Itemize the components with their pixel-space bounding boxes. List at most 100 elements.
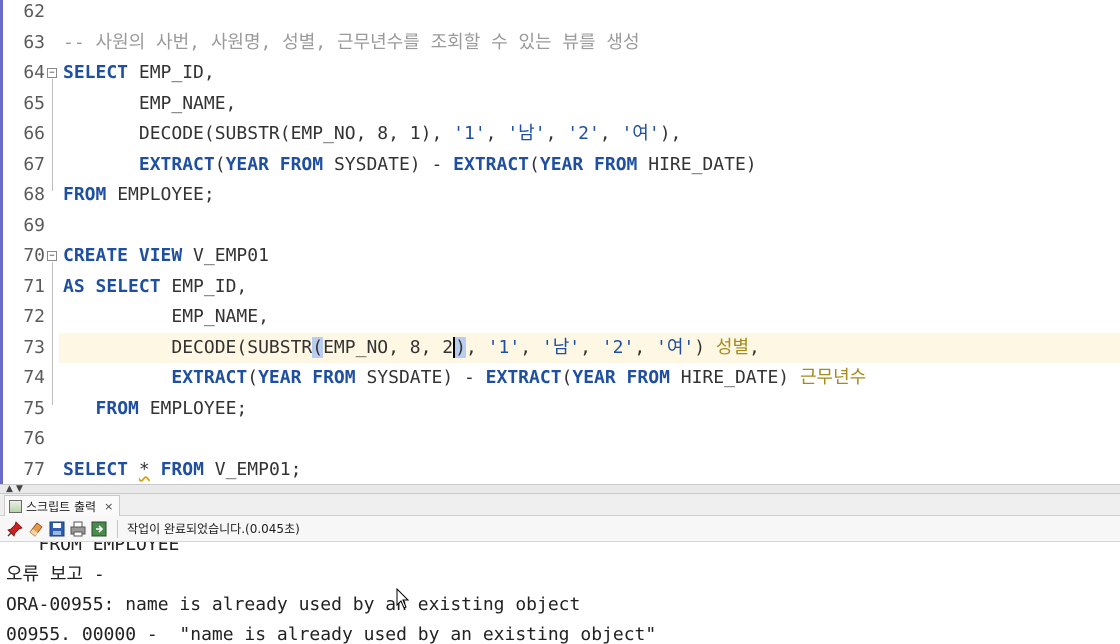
code-token: CREATE VIEW xyxy=(63,245,183,266)
fold-guide xyxy=(52,79,53,191)
code-token: '1' xyxy=(487,336,521,358)
code-line[interactable]: CREATE VIEW V_EMP01 xyxy=(63,241,269,272)
save-icon[interactable] xyxy=(48,520,66,538)
tab-script-output[interactable]: 스크립트 출력 × xyxy=(4,495,121,516)
line-number: 73 xyxy=(23,336,45,358)
code-token: SELECT xyxy=(63,458,129,480)
code-token: YEAR FROM xyxy=(258,367,356,388)
code-token: , xyxy=(465,336,488,358)
code-token: ( xyxy=(312,336,324,358)
code-token: EMP_NAME, xyxy=(63,306,269,327)
output-line: FROM EMPLOYEE xyxy=(6,542,180,555)
code-token: V_EMP01; xyxy=(203,458,302,480)
code-token: YEAR FROM xyxy=(225,153,324,175)
code-token: , xyxy=(749,336,760,358)
output-toolbar: 작업이 완료되었습니다.(0.045초) xyxy=(0,516,1120,542)
line-number: 64 xyxy=(23,62,45,83)
line-number: 70 xyxy=(23,245,45,266)
code-line[interactable]: EXTRACT(YEAR FROM SYSDATE) - EXTRACT(YEA… xyxy=(63,363,866,394)
line-number: 62 xyxy=(23,1,45,22)
line-number: 75 xyxy=(23,397,45,419)
code-token: EMPLOYEE; xyxy=(106,184,215,205)
code-token: , xyxy=(485,123,508,144)
code-token: AS SELECT xyxy=(63,275,161,297)
script-output-area[interactable]: FROM EMPLOYEE 오류 보고 - ORA-00955: name is a… xyxy=(0,542,1120,644)
line-number: 72 xyxy=(23,306,45,327)
line-number: 74 xyxy=(23,367,45,388)
mouse-pointer-icon xyxy=(396,588,410,609)
code-token: YEAR FROM xyxy=(539,153,638,175)
code-token: '1' xyxy=(453,123,486,144)
code-token: , xyxy=(580,336,602,358)
line-number: 69 xyxy=(23,214,45,236)
code-token: -- 사원의 사번, 사원명, 성별, 근무년수를 조회할 수 있는 뷰를 생성 xyxy=(63,31,640,53)
line-number: 68 xyxy=(23,184,45,205)
line-number: 67 xyxy=(23,153,45,175)
fold-toggle-icon[interactable]: − xyxy=(47,68,57,78)
code-line[interactable]: FROM EMPLOYEE; xyxy=(63,180,215,211)
line-number: 65 xyxy=(23,92,45,114)
line-number: 77 xyxy=(23,458,45,480)
code-token: EMPLOYEE; xyxy=(138,397,248,419)
line-number: 76 xyxy=(23,428,45,449)
code-line[interactable]: -- 사원의 사번, 사원명, 성별, 근무년수를 조회할 수 있는 뷰를 생성 xyxy=(63,28,640,59)
panel-splitter[interactable]: ▲ ▼ xyxy=(0,484,1120,494)
line-number: 71 xyxy=(23,275,45,297)
toolbar-divider xyxy=(117,519,118,538)
line-number-gutter: 62 63 64−65 66 67 68 69 70−71 72 73 74 75 76 77 xyxy=(3,0,57,484)
sql-editor[interactable]: 62 63 64−65 66 67 68 69 70−71 72 73 74 75 76 77 -- 사원… xyxy=(0,0,1120,484)
code-token: 근무년수 xyxy=(799,367,867,388)
fold-toggle-icon[interactable]: − xyxy=(47,251,57,261)
close-icon[interactable]: × xyxy=(104,500,113,513)
output-line: 오류 보고 - xyxy=(6,564,105,585)
code-token: FROM xyxy=(63,184,107,205)
code-line[interactable]: DECODE(SUBSTR(EMP_NO, 8, 1), '1', '남', '… xyxy=(63,119,682,150)
export-icon[interactable] xyxy=(90,520,108,538)
code-token: '남' xyxy=(541,336,581,358)
code-line[interactable]: FROM EMPLOYEE; xyxy=(63,394,248,425)
code-token: EXTRACT xyxy=(453,153,530,175)
line-number: 63 xyxy=(23,31,45,53)
code-token: , xyxy=(545,123,568,144)
code-token: HIRE_DATE) xyxy=(637,153,757,175)
code-line[interactable]: DECODE(SUBSTR(EMP_NO, 8, 2), '1', '남', '… xyxy=(63,333,760,364)
code-token: ( xyxy=(247,367,259,388)
code-token: EMP_NAME, xyxy=(63,92,237,114)
code-token: ), xyxy=(659,123,682,144)
code-token: '여' xyxy=(656,336,695,358)
output-line: ORA-00955: name is already used by an ex… xyxy=(6,594,581,615)
code-line[interactable]: EMP_NAME, xyxy=(63,89,237,120)
expand-down-icon[interactable]: ▼ xyxy=(16,484,23,494)
pin-icon[interactable] xyxy=(6,520,24,538)
code-token: EXTRACT xyxy=(485,367,562,388)
eraser-icon[interactable] xyxy=(27,520,45,538)
code-token: , xyxy=(599,123,622,144)
code-line[interactable]: EXTRACT(YEAR FROM SYSDATE) - EXTRACT(YEA… xyxy=(63,150,757,181)
code-token: '2' xyxy=(601,336,635,358)
code-line[interactable]: SELECT * FROM V_EMP01; xyxy=(63,455,301,485)
code-token: '여' xyxy=(621,123,660,144)
code-token: FROM xyxy=(95,397,139,419)
code-token: EXTRACT xyxy=(138,153,215,175)
code-token: 성별 xyxy=(715,336,750,358)
status-message: 작업이 완료되었습니다.(0.045초) xyxy=(127,522,300,536)
collapse-up-icon[interactable]: ▲ xyxy=(6,484,13,494)
code-token: ) xyxy=(453,336,466,358)
code-line[interactable]: AS SELECT EMP_ID, xyxy=(63,272,247,303)
code-token: ( xyxy=(561,367,573,388)
code-token: SYSDATE) - xyxy=(323,153,454,175)
script-output-icon xyxy=(9,499,22,513)
code-token: SYSDATE) - xyxy=(355,367,486,388)
code-token: FROM xyxy=(160,458,204,480)
code-token: '2' xyxy=(567,123,600,144)
code-token: YEAR FROM xyxy=(572,367,670,388)
code-token: DECODE(SUBSTR(EMP_NO, 8, 1), xyxy=(63,123,454,144)
code-token: HIRE_DATE) xyxy=(669,367,800,388)
print-icon[interactable] xyxy=(69,520,87,538)
code-token: ) xyxy=(694,336,716,358)
code-line[interactable]: SELECT EMP_ID, xyxy=(63,58,215,89)
code-token: * xyxy=(138,458,150,480)
code-line[interactable]: EMP_NAME, xyxy=(63,302,269,333)
